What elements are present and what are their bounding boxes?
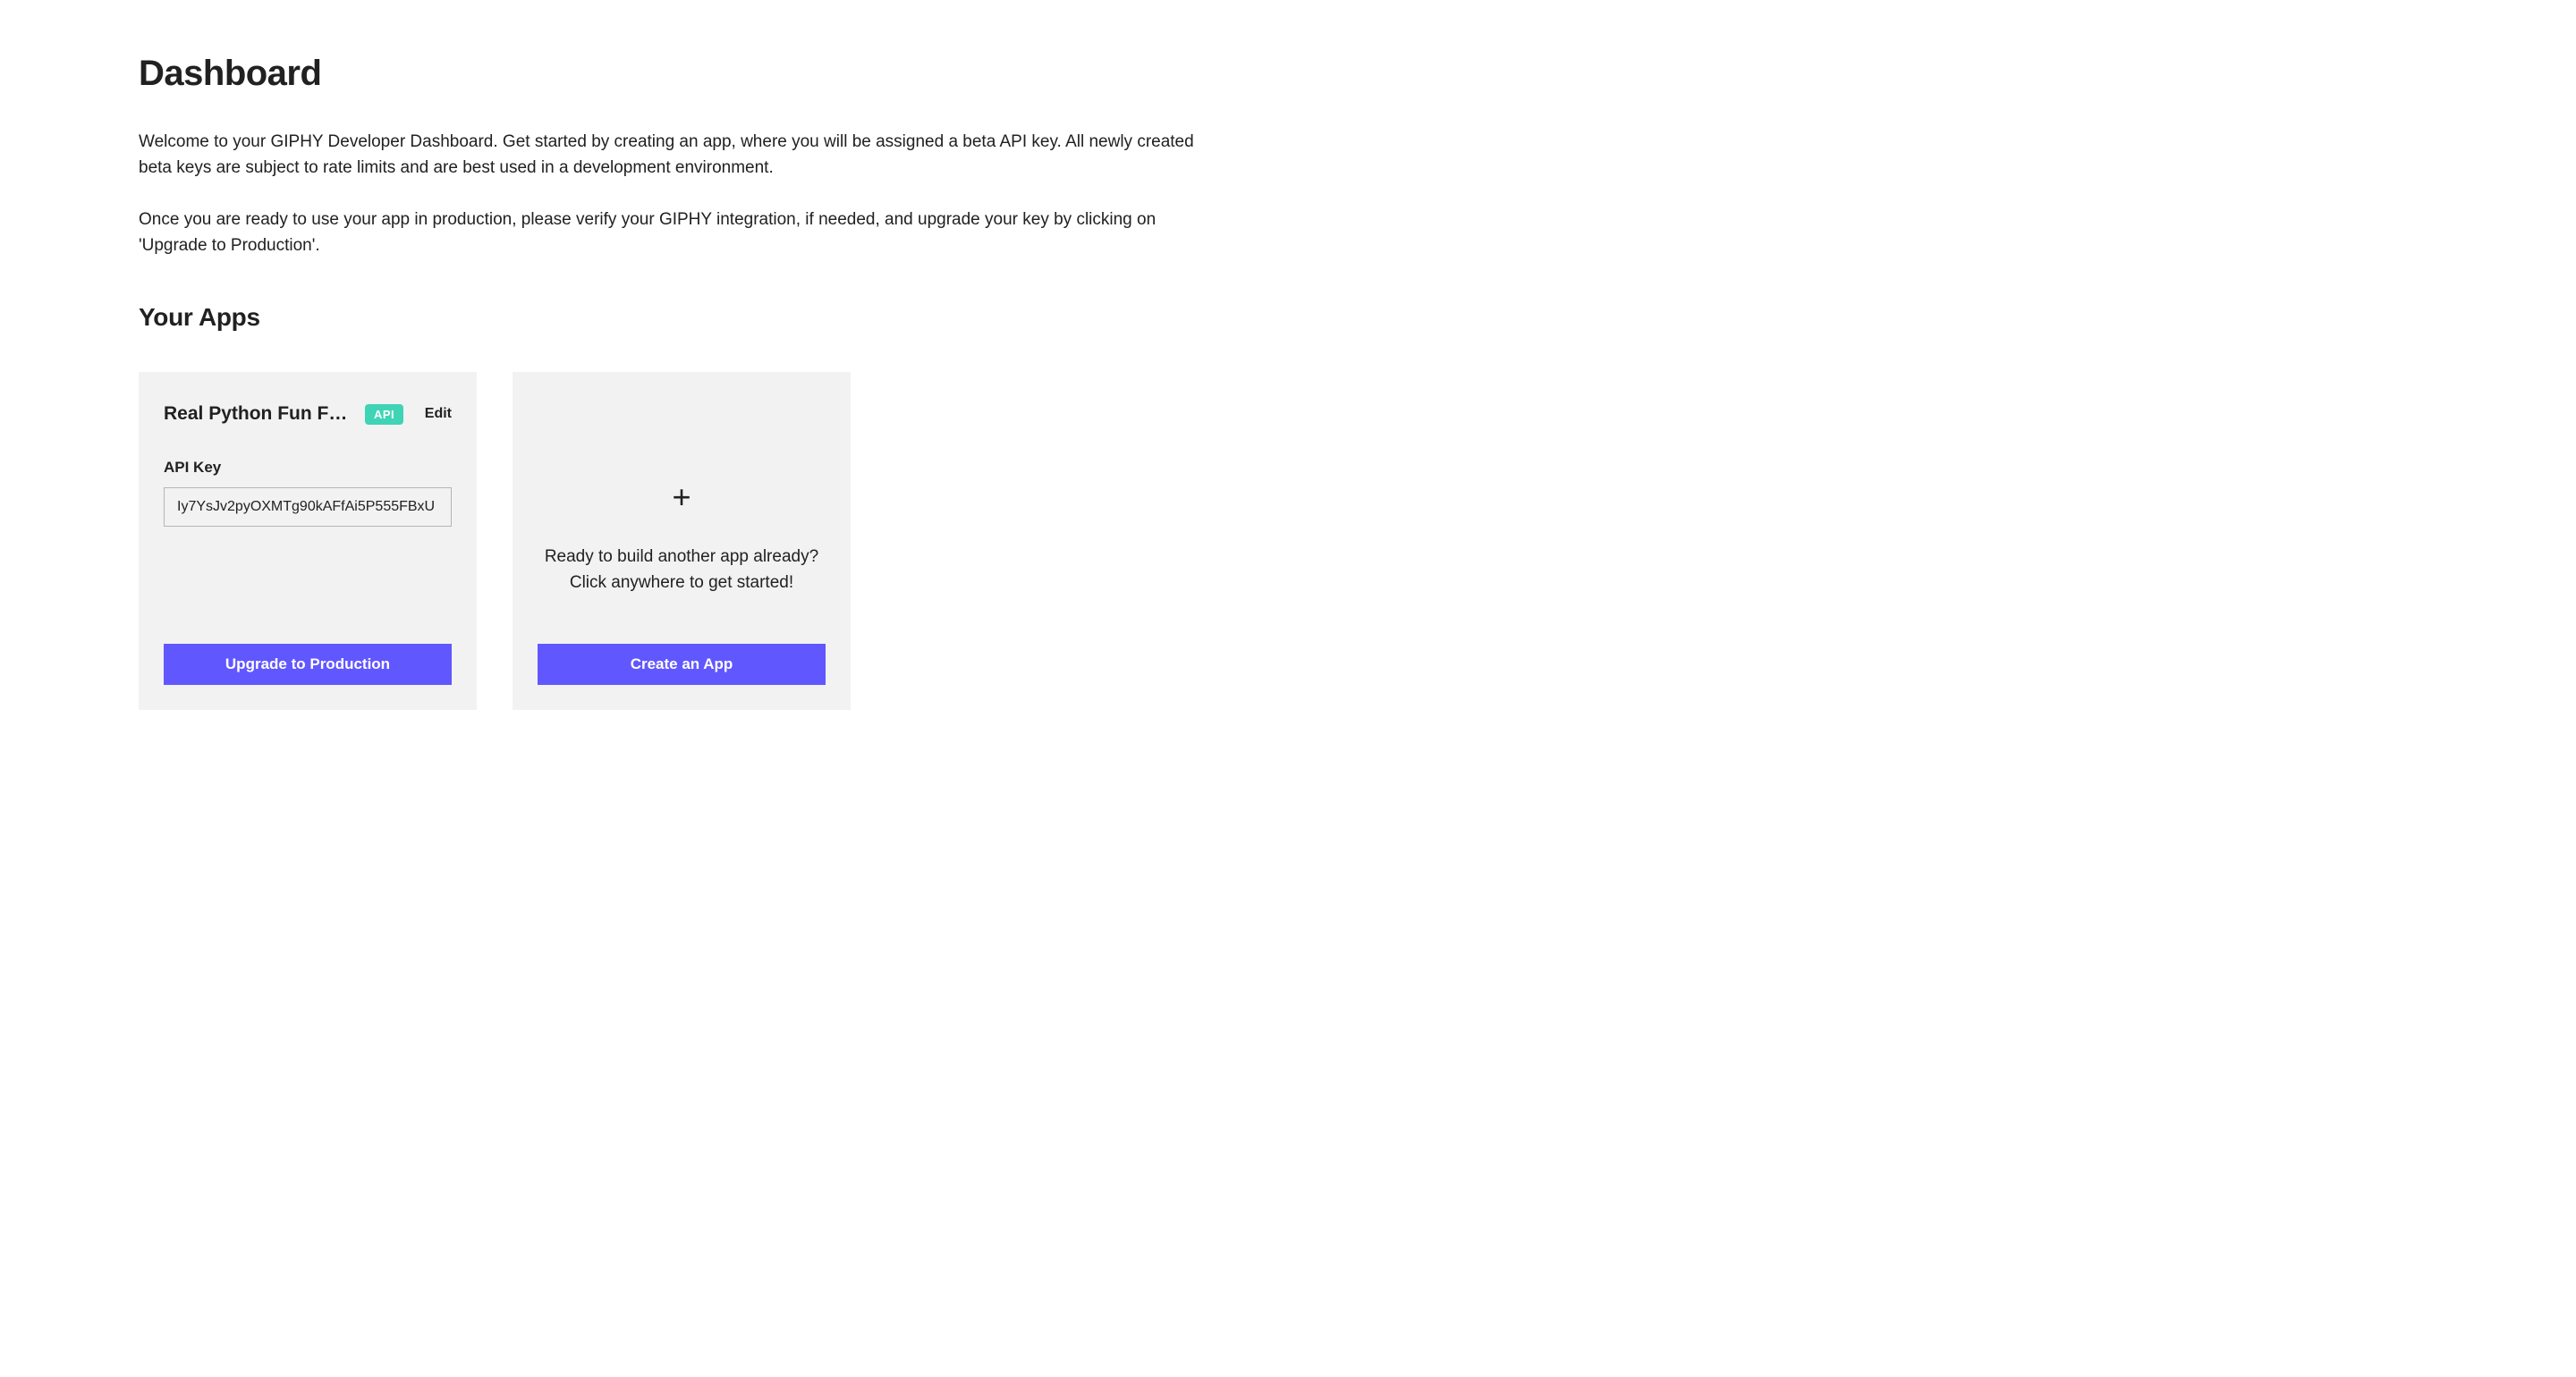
your-apps-heading: Your Apps — [139, 303, 2437, 332]
api-key-label: API Key — [164, 459, 452, 477]
upgrade-to-production-button[interactable]: Upgrade to Production — [164, 644, 452, 685]
app-card-header: Real Python Fun Fun F… API Edit — [164, 403, 452, 425]
plus-icon: + — [672, 481, 691, 513]
app-name: Real Python Fun Fun F… — [164, 403, 356, 425]
create-text-line-1: Ready to build another app already? — [545, 545, 818, 570]
api-badge: API — [365, 404, 403, 425]
edit-link[interactable]: Edit — [425, 406, 452, 422]
create-card-content: + Ready to build another app already? Cl… — [545, 397, 818, 644]
api-key-input[interactable] — [164, 487, 452, 527]
intro-paragraph-1: Welcome to your GIPHY Developer Dashboar… — [139, 130, 1212, 181]
page-title: Dashboard — [139, 54, 2437, 94]
create-an-app-button[interactable]: Create an App — [538, 644, 826, 685]
create-app-card[interactable]: + Ready to build another app already? Cl… — [513, 372, 851, 710]
intro-paragraph-2: Once you are ready to use your app in pr… — [139, 207, 1212, 258]
create-card-text: Ready to build another app already? Clic… — [545, 545, 818, 596]
app-card: Real Python Fun Fun F… API Edit API Key … — [139, 372, 477, 710]
create-text-line-2: Click anywhere to get started! — [545, 570, 818, 596]
apps-grid: Real Python Fun Fun F… API Edit API Key … — [139, 372, 2437, 710]
